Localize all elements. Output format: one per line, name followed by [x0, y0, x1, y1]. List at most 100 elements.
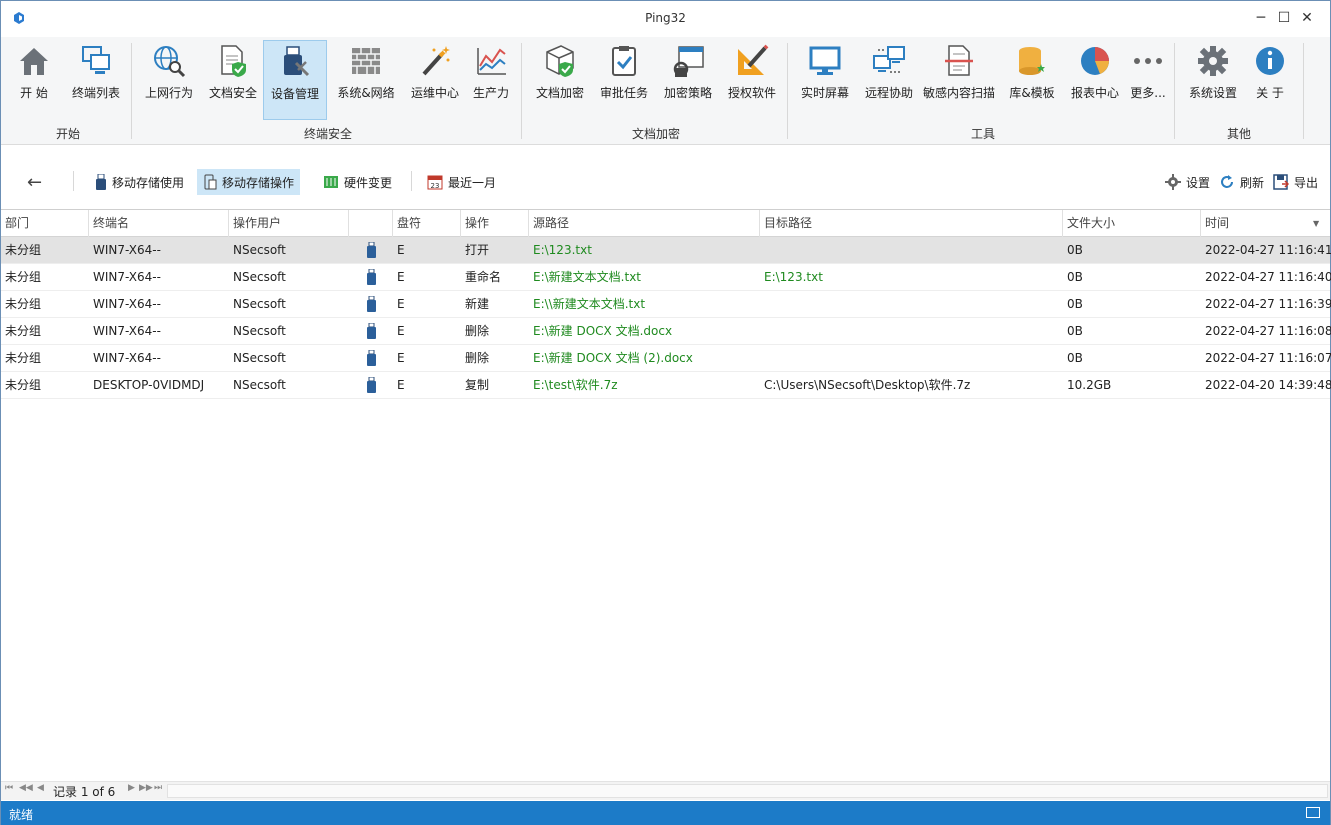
ribbon-report-center[interactable]: 报表中心 [1065, 40, 1125, 120]
export-button[interactable]: 导出 [1267, 169, 1324, 195]
usb-drive-icon [367, 295, 376, 312]
col-header-drive[interactable]: 盘符 [393, 210, 461, 237]
col-header-file-size[interactable]: 文件大小 [1063, 210, 1201, 237]
cell-department: 未分组 [5, 351, 42, 365]
cell-file-size: 0B [1067, 270, 1083, 284]
col-header-target-path[interactable]: 目标路径 [760, 210, 1063, 237]
operations-table: 部门 终端名 操作用户 盘符 操作 源路径 目标路径 文件大小 时间 ▼ 未分组… [1, 209, 1331, 781]
col-header-user[interactable]: 操作用户 [229, 210, 349, 237]
sort-desc-icon[interactable]: ▼ [1313, 219, 1319, 228]
ribbon-document-security-label: 文档安全 [208, 86, 257, 100]
table-row[interactable]: 未分组 WIN7-X64-- NSecsoft E 重命名 E:\新建文本文档.txt E:… [1, 264, 1331, 291]
ribbon-more[interactable]: 更多... [1127, 40, 1169, 120]
cell-user: NSecsoft [233, 351, 286, 365]
table-row[interactable]: 未分组 WIN7-X64-- NSecsoft E 删除 E:\新建 DOCX 文档 (2… [1, 345, 1331, 372]
group-separator [521, 43, 522, 139]
cell-operation: 复制 [465, 378, 490, 392]
col-header-type[interactable] [349, 210, 393, 237]
refresh-button[interactable]: 刷新 [1213, 169, 1270, 195]
cell-time: 2022-04-27 11:16:08 [1205, 324, 1331, 338]
export-label: 导出 [1294, 175, 1319, 190]
prev-record-button[interactable]: ◀ [37, 783, 44, 793]
usb-ops-button[interactable]: 移动存储操作 [197, 169, 301, 195]
ribbon-system-settings[interactable]: 系统设置 [1183, 40, 1243, 120]
info-icon [1256, 47, 1284, 75]
group-label-terminal-security: 终端安全 [303, 127, 352, 141]
usb-ops-icon [204, 174, 217, 190]
ribbon-terminal-list[interactable]: 终端列表 [67, 40, 125, 120]
col-header-time[interactable]: 时间 [1201, 210, 1330, 237]
back-button[interactable]: ← [21, 169, 48, 195]
ribbon-library-template[interactable]: 库&模板 [1003, 40, 1061, 120]
web-behavior-icon [154, 46, 186, 78]
recent-month-button[interactable]: 23 最近一月 [421, 169, 502, 195]
table-row[interactable]: 未分组 WIN7-X64-- NSecsoft E 删除 E:\新建 DOCX 文档.do… [1, 318, 1331, 345]
next-record-button[interactable]: ▶ [128, 783, 135, 793]
usb-drive-icon [367, 349, 376, 366]
close-button[interactable]: ✕ [1284, 1, 1330, 35]
ribbon: 开 始 终端列表 上网行为 文档安全 设备管理 系统&网络 运维中心 生产力 文… [1, 37, 1330, 145]
cell-operation: 新建 [465, 297, 490, 311]
ribbon-document-encrypt[interactable]: 文档加密 [531, 40, 589, 120]
cell-time: 2022-04-20 14:39:48 [1205, 378, 1331, 392]
ribbon-ops-center[interactable]: 运维中心 [405, 40, 465, 120]
cell-drive: E [397, 270, 405, 284]
first-record-button[interactable]: ⏮ [5, 783, 13, 793]
settings-button[interactable]: 设置 [1159, 169, 1216, 195]
hardware-change-button[interactable]: 硬件变更 [317, 169, 398, 195]
cell-operation: 打开 [465, 243, 490, 257]
cell-terminal: WIN7-X64-- [93, 297, 161, 311]
col-header-operation[interactable]: 操作 [461, 210, 529, 237]
col-header-source-path[interactable]: 源路径 [529, 210, 760, 237]
ribbon-productivity[interactable]: 生产力 [467, 40, 515, 120]
ribbon-document-encrypt-label: 文档加密 [535, 86, 584, 100]
ribbon-realtime-screen-label: 实时屏幕 [800, 86, 849, 100]
ribbon-document-security[interactable]: 文档安全 [205, 40, 261, 120]
cell-source-path: E:\123.txt [533, 243, 592, 257]
toolbar-separator [73, 171, 74, 191]
ribbon-home[interactable]: 开 始 [11, 40, 57, 120]
ribbon-sensitive-scan[interactable]: 敏感内容扫描 [919, 40, 999, 120]
refresh-icon [1221, 175, 1233, 188]
ribbon-ops-center-label: 运维中心 [410, 86, 459, 100]
group-separator [1174, 43, 1175, 139]
title-bar: Ping32 ─ ☐ ✕ [1, 1, 1330, 37]
next-page-button[interactable]: ▶▶ [139, 783, 153, 793]
col-header-terminal[interactable]: 终端名 [89, 210, 229, 237]
ribbon-approval-tasks[interactable]: 审批任务 [595, 40, 653, 120]
cell-file-size: 10.2GB [1067, 378, 1112, 392]
cell-operation: 删除 [465, 324, 490, 338]
usb-use-button[interactable]: 移动存储使用 [89, 169, 190, 195]
document-security-icon [221, 45, 246, 77]
authorized-software-icon [738, 44, 769, 75]
ribbon-device-management[interactable]: 设备管理 [263, 40, 327, 120]
cell-target-path: C:\Users\NSecsoft\Desktop\软件.7z [764, 378, 971, 392]
group-label-start: 开始 [55, 127, 80, 141]
table-row[interactable]: 未分组 WIN7-X64-- NSecsoft E 打开 E:\123.txt 0B 2022… [1, 237, 1331, 264]
horizontal-scrollbar[interactable] [167, 784, 1328, 798]
ribbon-web-behavior[interactable]: 上网行为 [141, 40, 197, 120]
ribbon-system-network[interactable]: 系统&网络 [333, 40, 399, 120]
table-row[interactable]: 未分组 WIN7-X64-- NSecsoft E 新建 E:\\新建文本文档.txt 0B… [1, 291, 1331, 318]
cell-time: 2022-04-27 11:16:39 [1205, 297, 1331, 311]
ribbon-realtime-screen[interactable]: 实时屏幕 [797, 40, 853, 120]
cell-user: NSecsoft [233, 324, 286, 338]
ribbon-library-template-label: 库&模板 [1009, 86, 1055, 100]
cell-terminal: WIN7-X64-- [93, 243, 161, 257]
ribbon-authorized-software[interactable]: 授权软件 [723, 40, 781, 120]
group-label-document-encrypt: 文档加密 [631, 127, 680, 141]
keyboard-status-icon [1306, 807, 1320, 818]
status-bar: 就绪 [1, 801, 1330, 825]
ribbon-about[interactable]: 关 于 [1249, 40, 1291, 120]
ribbon-terminal-list-label: 终端列表 [71, 86, 120, 100]
ribbon-authorized-software-label: 授权软件 [727, 86, 776, 100]
ribbon-remote-assist[interactable]: 远程协助 [861, 40, 917, 120]
cell-target-path [760, 237, 764, 264]
ribbon-encrypt-policy[interactable]: 加密策略 [659, 40, 717, 120]
table-row[interactable]: 未分组 DESKTOP-0VIDMDJ NSecsoft E 复制 E:\test\软件.… [1, 372, 1331, 399]
last-record-button[interactable]: ⏭ [154, 783, 162, 793]
col-header-department[interactable]: 部门 [1, 210, 89, 237]
cell-source-path: E:\新建 DOCX 文档 (2).docx [533, 351, 693, 365]
prev-page-button[interactable]: ◀◀ [19, 783, 33, 793]
cell-target-path [760, 345, 764, 372]
